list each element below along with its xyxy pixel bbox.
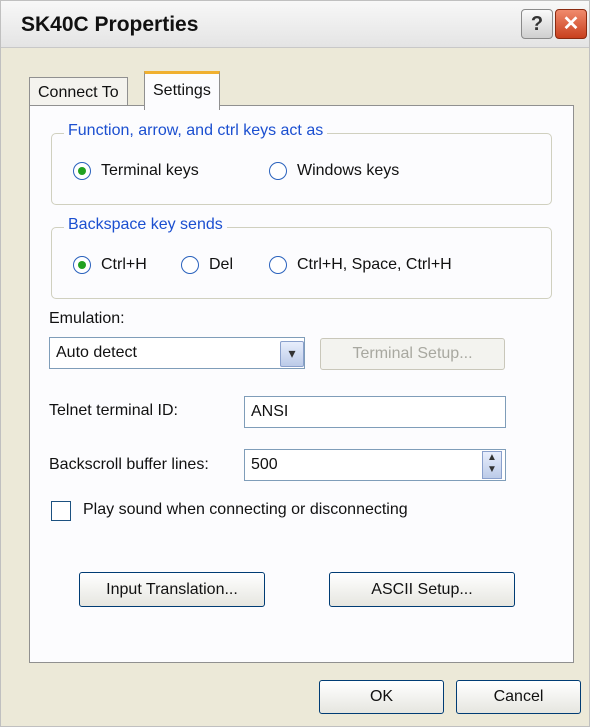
radio-terminal-keys-label: Terminal keys bbox=[101, 162, 199, 179]
input-translation-button[interactable]: Input Translation... bbox=[79, 572, 265, 607]
emulation-label: Emulation: bbox=[49, 310, 125, 327]
ok-button[interactable]: OK bbox=[319, 680, 444, 714]
tab-connect-to[interactable]: Connect To bbox=[29, 77, 128, 107]
radio-ctrl-h-space-label: Ctrl+H, Space, Ctrl+H bbox=[297, 256, 452, 273]
close-icon[interactable]: ✕ bbox=[555, 9, 587, 39]
telnet-id-value: ANSI bbox=[251, 403, 289, 420]
backscroll-input[interactable]: 500 bbox=[244, 449, 506, 481]
terminal-setup-button[interactable]: Terminal Setup... bbox=[320, 338, 505, 370]
ascii-setup-button[interactable]: ASCII Setup... bbox=[329, 572, 515, 607]
radio-unselected-icon bbox=[269, 256, 287, 274]
chevron-down-icon[interactable]: ▾ bbox=[280, 341, 304, 367]
backspace-legend: Backspace key sends bbox=[64, 216, 227, 234]
radio-terminal-keys[interactable]: Terminal keys bbox=[73, 162, 199, 180]
radio-ctrl-h[interactable]: Ctrl+H bbox=[73, 256, 147, 274]
emulation-select[interactable]: Auto detect bbox=[49, 337, 305, 369]
radio-unselected-icon bbox=[269, 162, 287, 180]
play-sound-checkbox[interactable] bbox=[51, 501, 71, 521]
play-sound-label: Play sound when connecting or disconnect… bbox=[83, 501, 408, 518]
radio-selected-icon bbox=[73, 256, 91, 274]
function-keys-legend: Function, arrow, and ctrl keys act as bbox=[64, 122, 328, 140]
radio-unselected-icon bbox=[181, 256, 199, 274]
radio-ctrl-h-label: Ctrl+H bbox=[101, 256, 147, 273]
backscroll-label: Backscroll buffer lines: bbox=[49, 456, 209, 473]
window-title: SK40C Properties bbox=[21, 13, 199, 36]
backscroll-value: 500 bbox=[251, 456, 278, 473]
properties-dialog: SK40C Properties ? ✕ Connect To Settings… bbox=[0, 0, 590, 727]
help-icon[interactable]: ? bbox=[521, 9, 553, 39]
spin-arrows-icon[interactable]: ▲ ▼ bbox=[482, 451, 502, 479]
radio-ctrl-h-space[interactable]: Ctrl+H, Space, Ctrl+H bbox=[269, 256, 452, 274]
radio-windows-keys[interactable]: Windows keys bbox=[269, 162, 399, 180]
radio-selected-icon bbox=[73, 162, 91, 180]
tab-settings[interactable]: Settings bbox=[144, 71, 220, 110]
telnet-id-label: Telnet terminal ID: bbox=[49, 402, 178, 419]
radio-windows-keys-label: Windows keys bbox=[297, 162, 400, 179]
title-bar[interactable]: SK40C Properties ? ✕ bbox=[1, 1, 589, 48]
radio-del-label: Del bbox=[209, 256, 234, 273]
telnet-id-input[interactable]: ANSI bbox=[244, 396, 506, 428]
emulation-value: Auto detect bbox=[56, 344, 137, 361]
cancel-button[interactable]: Cancel bbox=[456, 680, 581, 714]
radio-del[interactable]: Del bbox=[181, 256, 233, 274]
